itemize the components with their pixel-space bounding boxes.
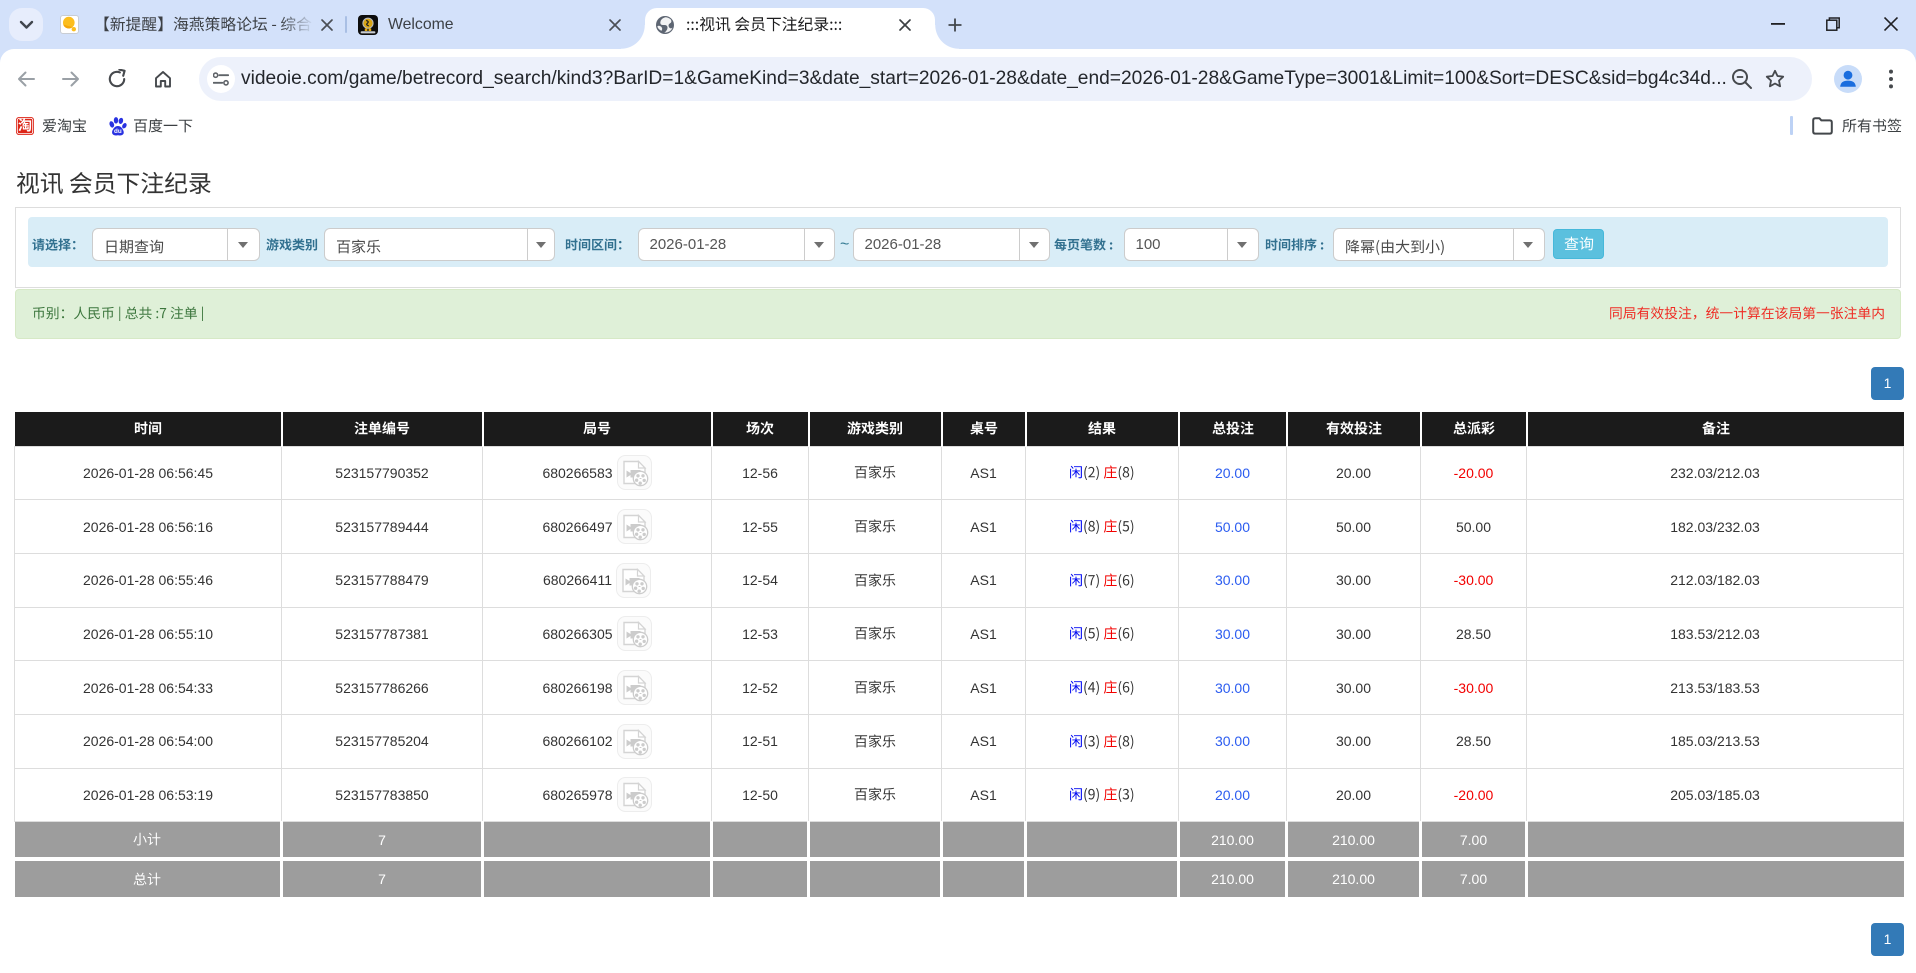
svg-text:du: du — [114, 128, 122, 135]
